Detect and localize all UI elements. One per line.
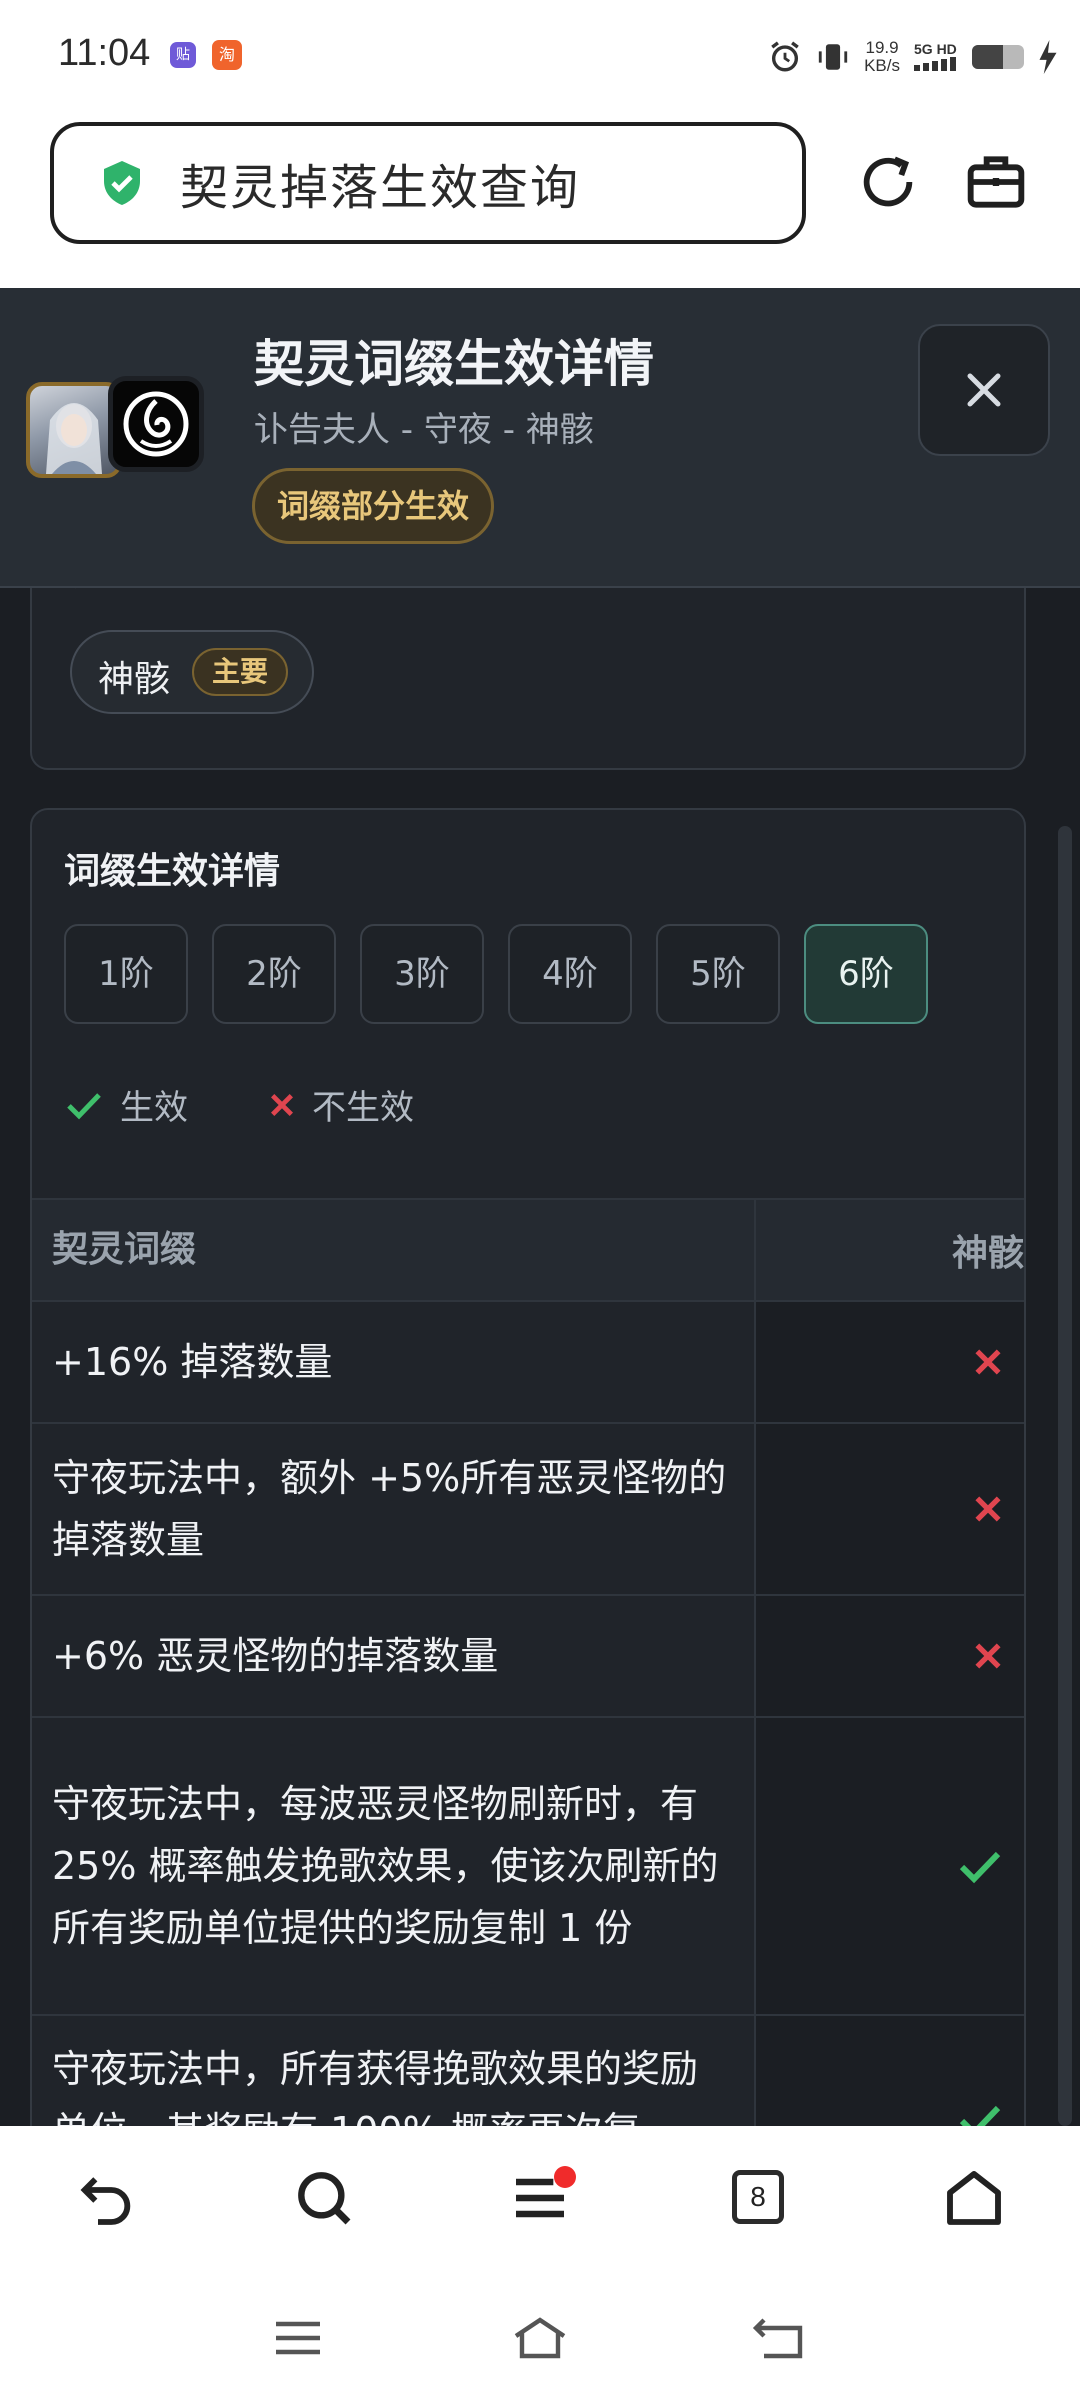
status-cell [754, 2016, 1024, 2126]
page-title-url: 契灵掉落生效查询 [180, 160, 581, 216]
cross-icon [975, 1496, 1001, 1522]
vibrate-icon [818, 44, 848, 70]
affix-text: 守夜玩法中，每波恶灵怪物刷新时，有 25% 概率触发挽歌效果，使该次刷新的所有奖… [52, 1782, 719, 1950]
shield-check-icon [104, 161, 140, 205]
tier-tab-3[interactable]: 3阶 [360, 924, 484, 1024]
tier-tab-4[interactable]: 4阶 [508, 924, 632, 1024]
recent-apps-icon[interactable] [272, 2318, 324, 2358]
header-affix: 契灵词缀 [32, 1200, 754, 1300]
browser-toolbar: 契灵掉落生效查询 [0, 112, 1080, 288]
home-nav-icon[interactable] [510, 2314, 570, 2362]
cross-icon [975, 1643, 1001, 1669]
charging-icon [1039, 40, 1057, 74]
modal-body[interactable]: 产出 神骸 主要 词缀生效详情 1阶 2阶 3阶 4阶 5阶 6阶 生效 不生效 [0, 586, 1080, 2126]
back-icon[interactable] [74, 2166, 138, 2230]
check-icon [959, 1851, 1001, 1884]
table-row: +6% 恶灵怪物的掉落数量 [32, 1594, 1024, 1716]
network-speed: 19.9 KB/s [864, 38, 900, 75]
browser-bottom-nav: 8 [0, 2126, 1080, 2274]
tier-tab-5[interactable]: 5阶 [656, 924, 780, 1024]
affix-text: +6% 恶灵怪物的掉落数量 [52, 1634, 499, 1678]
status-cell [754, 1718, 1024, 2014]
home-icon[interactable] [942, 2166, 1006, 2230]
check-icon [67, 1092, 101, 1119]
output-chip-label: 神骸 [98, 659, 171, 700]
table-row: 守夜玩法中，每波恶灵怪物刷新时，有 25% 概率触发挽歌效果，使该次刷新的所有奖… [32, 1716, 1024, 2014]
table-row: 守夜玩法中，所有获得挽歌效果的奖励单位，其奖励有 100% 概率再次复 [32, 2014, 1024, 2126]
status-bar: 11:04 贴 淘 19.9 KB/s 5G HD [0, 0, 1080, 112]
avatar-group [26, 376, 206, 482]
close-icon [967, 373, 1001, 407]
notification-app-icon: 贴 [170, 42, 196, 68]
system-nav-bar [0, 2274, 1080, 2400]
character-portrait-icon [46, 403, 102, 474]
modal-title: 契灵词缀生效详情 [254, 335, 654, 393]
output-card: 产出 神骸 主要 [30, 586, 1026, 770]
legend-ineffective-label: 不生效 [312, 1088, 414, 1128]
table-row: +16% 掉落数量 [32, 1300, 1024, 1422]
soul-emblem-icon [108, 376, 204, 472]
affix-table: 契灵词缀 神骸 +16% 掉落数量 守夜玩法中，额外 +5%所有恶灵怪物的掉落数… [32, 1198, 1024, 2126]
tier-tab-6[interactable]: 6阶 [804, 924, 928, 1024]
legend-effective-label: 生效 [120, 1088, 188, 1128]
back-nav-icon[interactable] [752, 2316, 808, 2360]
status-time: 11:04 [58, 32, 151, 74]
alarm-icon [771, 41, 799, 72]
table-row: 守夜玩法中，额外 +5%所有恶灵怪物的掉落数量 [32, 1422, 1024, 1594]
status-badge: 词缀部分生效 [252, 468, 495, 544]
status-cell [754, 1424, 1024, 1594]
search-icon[interactable] [292, 2166, 356, 2230]
affix-detail-title: 词缀生效详情 [64, 851, 281, 892]
modal-subtitle: 讣告夫人 - 守夜 - 神骸 [254, 410, 594, 450]
affix-text: +16% 掉落数量 [52, 1340, 333, 1384]
cross-icon [271, 1093, 293, 1116]
primary-tag: 主要 [192, 648, 288, 696]
check-icon [959, 2105, 1001, 2126]
signal-indicator: 5G HD [914, 41, 958, 74]
status-cell [754, 1302, 1024, 1422]
affix-text: 守夜玩法中，所有获得挽歌效果的奖励单位，其奖励有 100% 概率再次复 [52, 2047, 699, 2126]
status-cell [754, 1596, 1024, 1716]
close-button[interactable] [918, 324, 1050, 456]
toolbox-icon[interactable] [964, 150, 1028, 214]
scrollbar[interactable] [1058, 826, 1072, 2126]
tabs-icon[interactable]: 8 [732, 2170, 784, 2224]
refresh-icon[interactable] [856, 150, 920, 214]
tier-tabs: 1阶 2阶 3阶 4阶 5阶 6阶 [64, 924, 928, 1024]
notification-dot [554, 2166, 576, 2188]
modal-header: 契灵词缀生效详情 讣告夫人 - 守夜 - 神骸 词缀部分生效 [0, 288, 1080, 588]
cross-icon [975, 1349, 1001, 1375]
taobao-app-icon: 淘 [212, 40, 242, 70]
legend: 生效 不生效 [64, 1080, 414, 1129]
output-chip: 神骸 主要 [70, 630, 314, 714]
table-header-row: 契灵词缀 神骸 [32, 1198, 1024, 1300]
address-bar[interactable]: 契灵掉落生效查询 [50, 122, 806, 244]
affix-detail-card: 词缀生效详情 1阶 2阶 3阶 4阶 5阶 6阶 生效 不生效 契灵词缀 神骸 [30, 808, 1026, 2126]
battery-indicator [972, 45, 1024, 69]
tier-tab-2[interactable]: 2阶 [212, 924, 336, 1024]
tier-tab-1[interactable]: 1阶 [64, 924, 188, 1024]
affix-text: 守夜玩法中，额外 +5%所有恶灵怪物的掉落数量 [52, 1456, 727, 1562]
header-item: 神骸 [754, 1200, 1024, 1300]
signal-bars-icon [914, 56, 956, 71]
